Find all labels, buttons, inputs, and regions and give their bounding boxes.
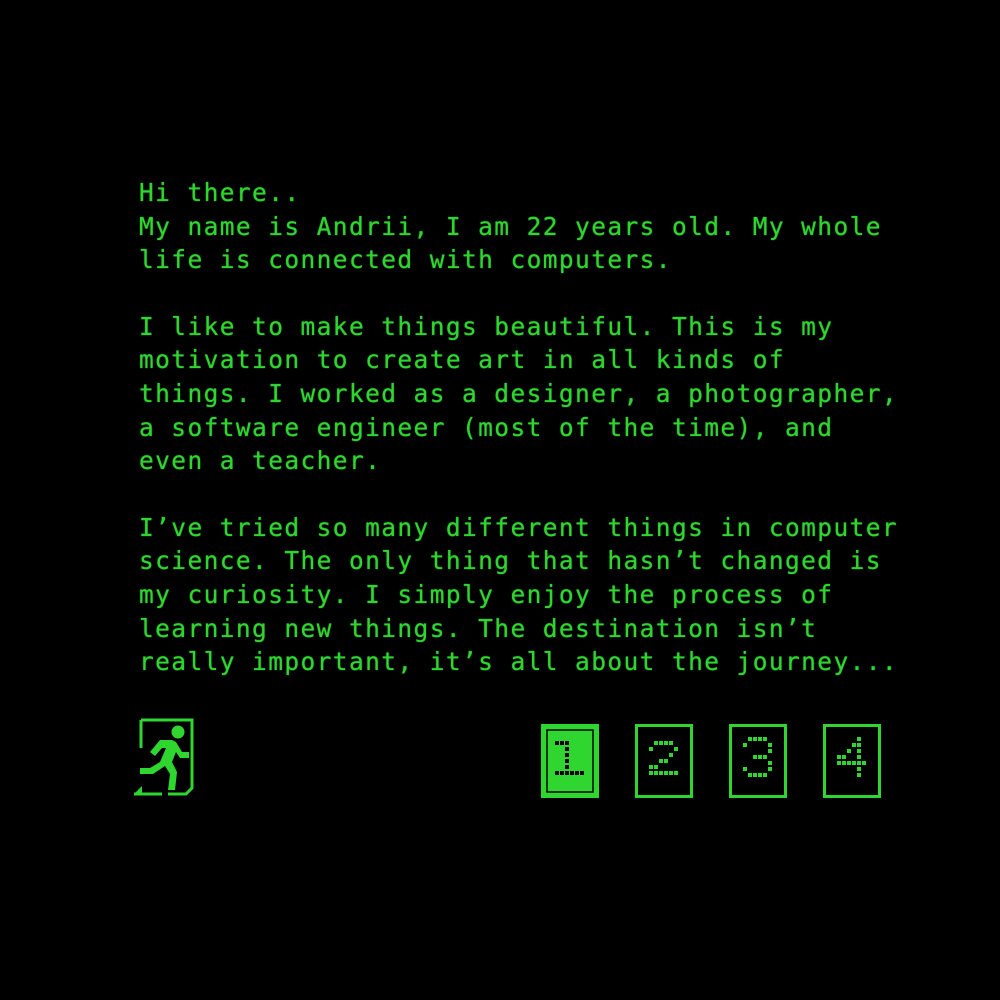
greeting-line: Hi there.. — [139, 178, 301, 207]
about-text: Hi there.. My name is Andrii, I am 22 ye… — [139, 176, 899, 679]
digit-1-glyph — [546, 729, 594, 793]
digit-3-glyph — [743, 737, 772, 777]
exit-icon[interactable] — [132, 718, 196, 798]
exit-running-man-icon — [134, 718, 194, 796]
curiosity-paragraph: I’ve tried so many different things in c… — [139, 512, 915, 677]
page-button-4[interactable]: 4 — [823, 724, 881, 798]
greeting-and-intro: Hi there.. My name is Andrii, I am 22 ye… — [139, 176, 899, 277]
digit-2-glyph — [649, 741, 678, 775]
digit-4-glyph — [837, 737, 866, 777]
page-button-3[interactable]: 3 — [729, 724, 787, 798]
page-button-1[interactable]: 1 — [541, 724, 599, 798]
skills-paragraph: I like to make things beautiful. This is… — [139, 311, 915, 476]
page-button-2[interactable]: 2 — [635, 724, 693, 798]
intro-paragraph: My name is Andrii, I am 22 years old. My… — [139, 211, 899, 275]
